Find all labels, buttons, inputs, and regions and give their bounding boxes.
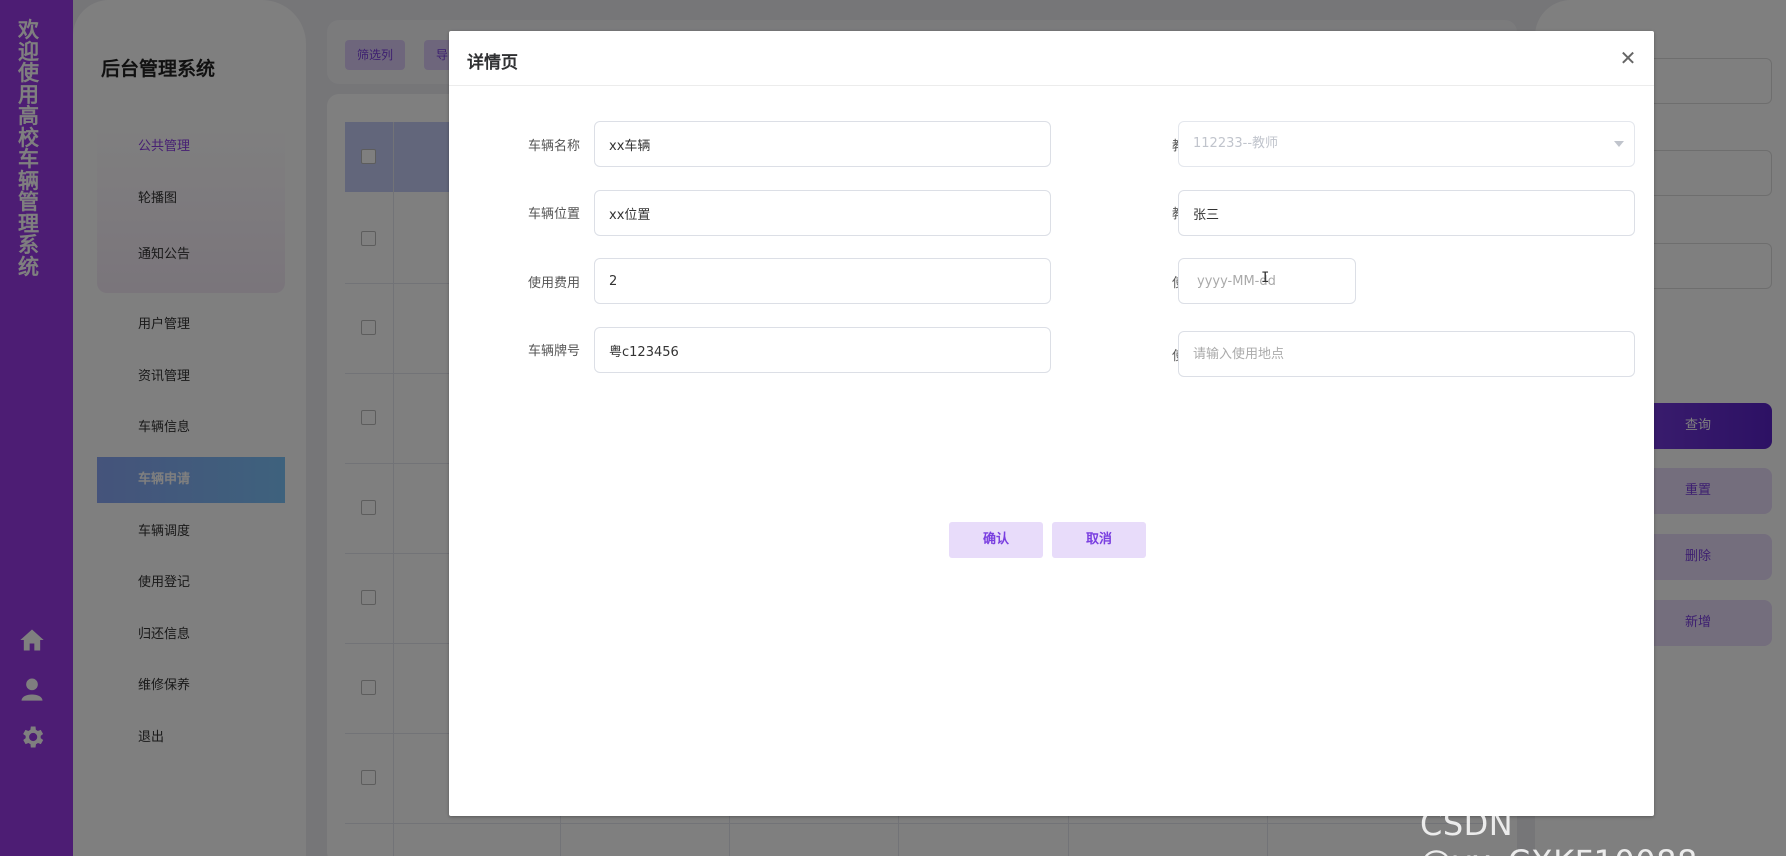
plate-number-label: 车辆牌号 [527,344,580,359]
dialog-title: 详情页 [467,53,518,73]
usage-place-field[interactable] [1178,331,1635,377]
vehicle-name-field[interactable] [594,121,1051,167]
usage-fee-field[interactable] [594,258,1051,304]
confirm-button[interactable]: 确认 [949,522,1043,558]
teacher-user-select[interactable]: 112233--教师 [1178,121,1635,167]
text-cursor-icon: I [1261,270,1270,286]
vehicle-location-field[interactable] [594,190,1051,236]
teacher-name-field[interactable] [1178,190,1635,236]
detail-dialog: 详情页 ✕ 车辆名称 车辆位置 使用费用 车辆牌号 教师用户 112233--教… [449,31,1654,816]
vehicle-name-label: 车辆名称 [527,139,580,154]
teacher-user-value: 112233--教师 [1193,136,1279,151]
watermark: CSDN @vx_CXKF10088 [1420,805,1697,856]
close-icon[interactable]: ✕ [1618,48,1638,68]
dialog-header: 详情页 ✕ [449,31,1654,86]
vehicle-location-label: 车辆位置 [527,207,580,222]
plate-number-field[interactable] [594,327,1051,373]
chevron-down-icon [1614,141,1624,147]
usage-fee-label: 使用费用 [527,276,580,291]
cancel-button[interactable]: 取消 [1052,522,1146,558]
